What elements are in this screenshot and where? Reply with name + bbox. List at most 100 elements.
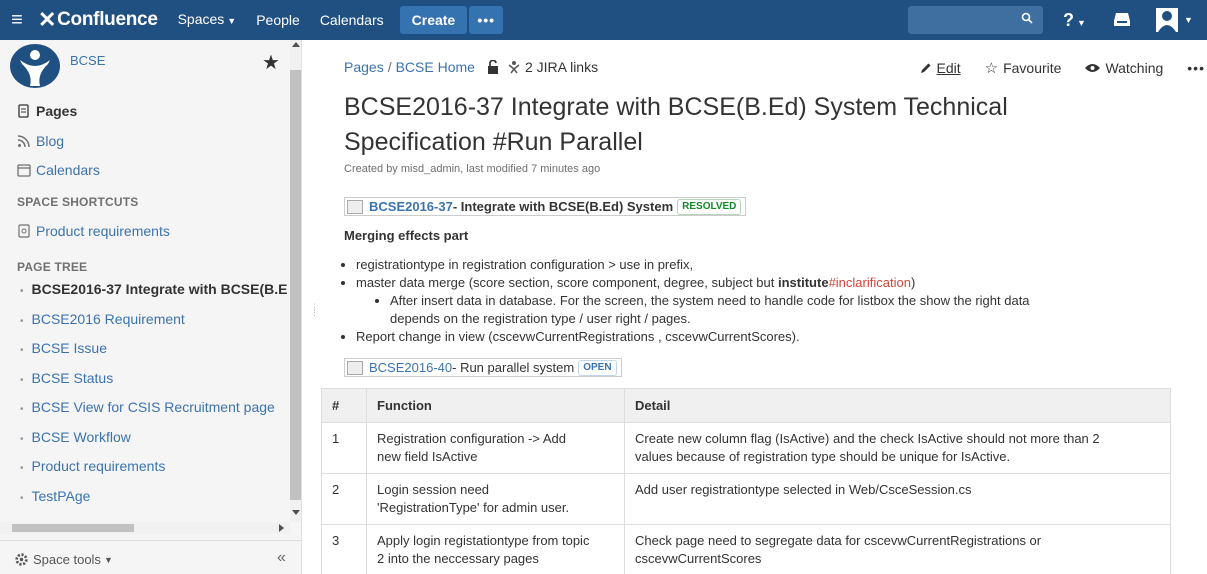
more-create-button[interactable]: •••: [469, 6, 504, 34]
tree-item[interactable]: • BCSE2016 Requirement: [20, 311, 185, 327]
gear-icon: [15, 553, 28, 566]
tree-item[interactable]: • Product requirements: [20, 458, 165, 474]
merge-bullet-list: registrationtype in registration configu…: [344, 256, 1184, 346]
tree-item-label: BCSE2016 Requirement: [31, 311, 185, 327]
cell-text: new field IsActive: [377, 449, 478, 464]
sidebar-item-blog[interactable]: Blog: [17, 133, 64, 149]
breadcrumb-bcse-home[interactable]: BCSE Home: [396, 59, 475, 75]
table-row: 2 Login session need 'RegistrationType' f…: [321, 473, 1171, 525]
column-header: Function: [366, 388, 625, 423]
menu-icon[interactable]: ≡: [0, 0, 34, 40]
issue-summary: - Run parallel system: [452, 360, 575, 375]
bullet-icon: •: [20, 375, 24, 386]
more-actions-button[interactable]: •••: [1187, 60, 1205, 76]
tree-item-label: BCSE Workflow: [31, 429, 131, 445]
jira-issue-macro: BCSE2016-40 - Run parallel system OPEN: [344, 358, 622, 378]
jira-links[interactable]: 2 JIRA links: [507, 59, 598, 75]
sidebar-horizontal-scrollbar[interactable]: [0, 522, 290, 534]
chevron-down-icon: ▼: [1077, 18, 1086, 28]
inclarification-tag[interactable]: #inclarification: [829, 275, 911, 290]
sub-list-item: After insert data in database. For the s…: [390, 292, 1184, 328]
table-cell: Registration configuration -> Add new fie…: [366, 422, 625, 474]
sidebar-vertical-scrollbar[interactable]: [290, 40, 301, 522]
cell-text: Check page need to segregate data for cs…: [635, 533, 1042, 548]
bullet-icon: •: [20, 316, 24, 327]
bullet-icon: •: [20, 493, 24, 504]
blog-icon: [17, 135, 30, 148]
sidebar-item-pages[interactable]: Pages: [17, 103, 77, 119]
table-cell: Add user registrationtype selected in We…: [624, 473, 1171, 525]
page-content: Pages / BCSE Home 2 JIRA links Edit ☆ Fa…: [321, 40, 1207, 574]
edit-label: Edit: [936, 60, 961, 76]
sidebar-footer: Space tools ▼ «: [0, 540, 301, 574]
space-tools-button[interactable]: Space tools ▼: [14, 552, 113, 567]
tree-item-label: BCSE View for CSIS Recruitment page: [31, 399, 275, 415]
shortcut-label: Product requirements: [36, 223, 170, 239]
shortcut-product-requirements[interactable]: Product requirements: [17, 223, 170, 239]
issue-key-link[interactable]: BCSE2016-40: [369, 360, 452, 375]
scroll-down-arrow-icon[interactable]: [292, 510, 300, 515]
bullet-icon: •: [20, 404, 24, 415]
sub-list-text-2: depends on the registration type / user …: [390, 311, 691, 326]
table-cell: Create new column flag (IsActive) and th…: [624, 422, 1171, 474]
space-logo[interactable]: [10, 44, 60, 88]
table-header-row: # Function Detail: [321, 388, 1171, 423]
favourite-space-star-icon[interactable]: ★: [262, 50, 280, 75]
table-cell: Login session need 'RegistrationType' for…: [366, 473, 625, 525]
pencil-icon: [920, 63, 930, 73]
issue-summary: - Integrate with BCSE(B.Ed) System: [452, 199, 674, 214]
cell-text: Login session need: [377, 482, 490, 497]
merging-heading: Merging effects part: [344, 228, 469, 243]
list-item: registrationtype in registration configu…: [356, 256, 1184, 274]
create-button[interactable]: Create: [399, 6, 468, 34]
people-link[interactable]: People: [246, 0, 310, 40]
space-name-link[interactable]: BCSE: [70, 53, 105, 68]
tree-item[interactable]: • BCSE2016-37 Integrate with BCSE(B.E: [20, 281, 287, 297]
tree-item[interactable]: • BCSE Status: [20, 370, 113, 386]
scroll-right-arrow-icon[interactable]: [279, 524, 284, 532]
top-navigation-bar: ≡ ✕ Confluence Spaces ▼ People Calendars …: [0, 0, 1207, 40]
help-icon[interactable]: ? ▼: [1063, 10, 1086, 31]
user-avatar-icon[interactable]: [1156, 8, 1178, 32]
breadcrumb-separator: /: [387, 59, 392, 75]
spaces-menu[interactable]: Spaces ▼: [168, 0, 247, 41]
tree-item[interactable]: • BCSE View for CSIS Recruitment page: [20, 399, 275, 415]
watching-label: Watching: [1105, 60, 1164, 76]
search-icon: [1021, 12, 1033, 24]
favourite-button[interactable]: ☆ Favourite: [985, 59, 1062, 77]
sidebar-resize-handle[interactable]: ⋮ ⋮: [310, 303, 319, 317]
search-input[interactable]: [908, 6, 1043, 34]
scrollbar-thumb[interactable]: [12, 524, 134, 532]
table-cell: Check page need to segregate data for cs…: [624, 524, 1171, 574]
chevron-down-icon: ▼: [103, 554, 113, 565]
bullet-icon: •: [20, 434, 24, 445]
eye-icon: [1085, 64, 1101, 72]
calendars-link[interactable]: Calendars: [310, 0, 394, 40]
sidebar-pages-label: Pages: [36, 103, 78, 119]
cell-text: Add user registrationtype selected in We…: [635, 482, 972, 497]
notifications-icon[interactable]: [1114, 12, 1130, 26]
issue-key-link[interactable]: BCSE2016-37: [369, 199, 453, 214]
tree-item[interactable]: • TestPAge: [20, 488, 90, 504]
scrollbar-thumb[interactable]: [290, 70, 301, 500]
page-title: BCSE2016-37 Integrate with BCSE(B.Ed) Sy…: [344, 93, 1008, 156]
collapse-sidebar-button[interactable]: «: [277, 549, 286, 567]
sidebar-blog-label: Blog: [36, 133, 65, 149]
scroll-up-arrow-icon[interactable]: [292, 42, 300, 47]
page-byline: Created by misd_admin, last modified 7 m…: [344, 163, 601, 175]
cell-text: 'RegistrationType' for admin user.: [377, 500, 570, 515]
column-header: #: [321, 388, 367, 423]
watching-button[interactable]: Watching: [1085, 60, 1163, 76]
sub-list-text-1: After insert data in database. For the s…: [390, 293, 1030, 308]
space-sidebar: BCSE ★ Pages Blog Calendars SPACE SHORTC…: [0, 40, 302, 574]
status-badge: OPEN: [578, 359, 617, 376]
breadcrumb-pages[interactable]: Pages: [344, 59, 384, 75]
confluence-logo[interactable]: ✕ Confluence: [34, 7, 168, 33]
tree-item-label: BCSE2016-37 Integrate with BCSE(B.E: [31, 281, 288, 297]
tree-item[interactable]: • BCSE Workflow: [20, 429, 131, 445]
sidebar-item-calendars[interactable]: Calendars: [17, 162, 100, 178]
tree-item[interactable]: • BCSE Issue: [20, 340, 107, 356]
edit-button[interactable]: Edit: [920, 60, 961, 76]
unlock-icon[interactable]: [487, 60, 499, 74]
bullet-icon: •: [20, 463, 24, 474]
